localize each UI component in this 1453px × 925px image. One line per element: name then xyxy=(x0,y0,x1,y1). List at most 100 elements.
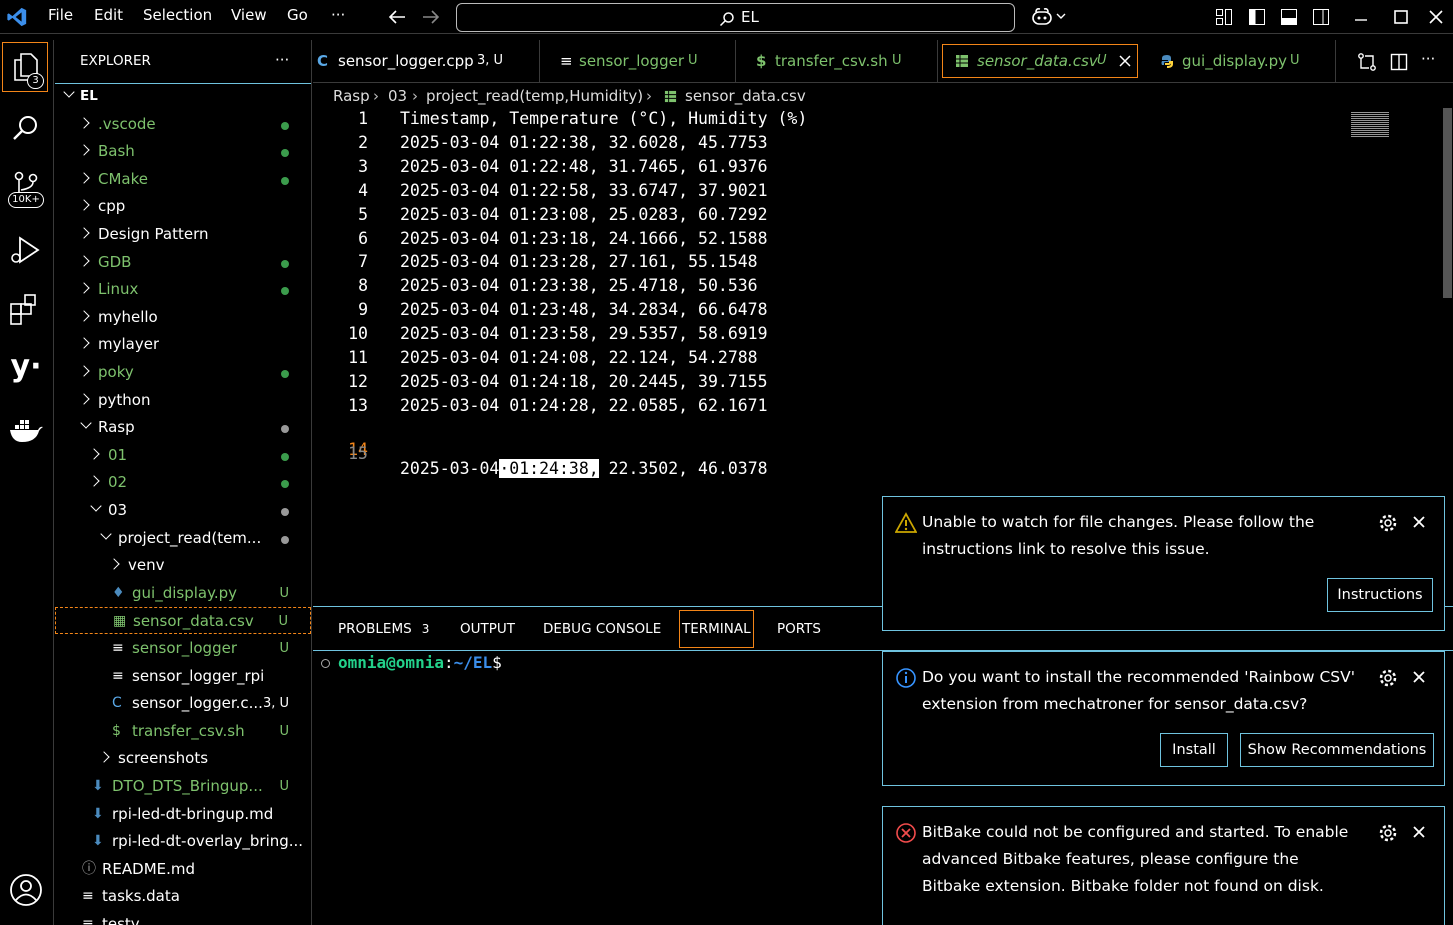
git-status-badge: U xyxy=(279,641,289,656)
tree-item[interactable]: CMake xyxy=(55,166,311,193)
close-icon[interactable] xyxy=(1410,513,1428,531)
tree-item[interactable]: myhello xyxy=(55,304,311,331)
tree-item[interactable]: ⬇ rpi-led-dt-overlay_bring... xyxy=(55,828,311,855)
breadcrumb-item[interactable]: project_read(temp,Humidity) xyxy=(426,87,643,105)
tree-item[interactable]: GDB xyxy=(55,249,311,276)
run-debug-icon[interactable] xyxy=(8,232,44,268)
gear-icon[interactable] xyxy=(1378,668,1398,688)
tree-item[interactable]: project_read(tem... xyxy=(55,525,311,552)
terminal-prompt[interactable]: omnia@omnia:~/EL$ xyxy=(321,653,502,672)
show-recommendations-button[interactable]: Show Recommendations xyxy=(1240,733,1434,767)
tree-item[interactable]: ⬇ DTO_DTS_Bringup... U xyxy=(55,773,311,800)
tree-item[interactable]: cpp xyxy=(55,193,311,220)
panel-tab-terminal[interactable]: TERMINAL xyxy=(679,610,754,648)
line-number: 11 xyxy=(348,348,368,367)
yaml-extension-icon[interactable]: y· xyxy=(8,350,44,386)
code-text: 2025-03-04 01:22:38, 32.6028, 45.7753 xyxy=(400,132,768,152)
panel-tab-ports[interactable]: PORTS xyxy=(777,621,821,637)
toggle-primary-sidebar-icon[interactable] xyxy=(1248,8,1266,26)
tree-item[interactable]: mylayer xyxy=(55,331,311,358)
back-arrow-icon[interactable] xyxy=(387,8,407,26)
docker-icon[interactable] xyxy=(8,412,44,448)
tree-item[interactable]: venv xyxy=(55,552,311,579)
code-line-8: 8 2025-03-04 01:23:38, 25.4718, 50.536 xyxy=(313,276,1413,300)
tree-item-label: rpi-led-dt-overlay_bring... xyxy=(112,832,304,851)
maximize-icon[interactable] xyxy=(1392,8,1410,26)
tree-item[interactable]: 03 xyxy=(55,497,311,524)
activity-explorer[interactable]: 3 xyxy=(2,42,48,92)
breadcrumb-item[interactable]: Rasp xyxy=(333,87,370,105)
menu-go[interactable]: Go xyxy=(287,6,308,24)
account-icon[interactable] xyxy=(8,872,44,908)
tree-item[interactable]: screenshots xyxy=(55,745,311,772)
copilot-icon[interactable] xyxy=(1030,6,1054,28)
tab-sensor-logger[interactable]: ≡ sensor_logger U xyxy=(540,40,736,82)
tree-item[interactable]: Design Pattern xyxy=(55,221,311,248)
tree-item[interactable]: ≡ sensor_logger_rpi xyxy=(55,663,311,690)
tree-item[interactable]: ≡ sensor_logger U xyxy=(55,635,311,662)
extensions-icon[interactable] xyxy=(8,292,44,328)
toggle-secondary-sidebar-icon[interactable] xyxy=(1312,8,1330,26)
tab-sensor-logger-cpp[interactable]: C sensor_logger.cpp 3, U xyxy=(313,40,540,82)
search-view-icon[interactable] xyxy=(8,110,44,146)
close-window-icon[interactable] xyxy=(1427,8,1445,26)
tree-item-label: .vscode xyxy=(98,114,156,133)
status-dot xyxy=(281,287,289,296)
gear-icon[interactable] xyxy=(1378,823,1398,843)
close-icon[interactable] xyxy=(1410,823,1428,841)
gear-icon[interactable] xyxy=(1378,513,1398,533)
forward-arrow-icon[interactable] xyxy=(421,8,441,26)
chevron-down-icon[interactable] xyxy=(1056,12,1066,20)
tab-gui-display-py[interactable]: gui_display.py U xyxy=(1142,40,1336,82)
compare-changes-icon[interactable] xyxy=(1357,53,1377,71)
minimize-icon[interactable] xyxy=(1352,8,1370,26)
instructions-button[interactable]: Instructions xyxy=(1327,578,1433,612)
explorer-title: EXPLORER xyxy=(80,53,151,69)
code-line-12: 12 2025-03-04 01:24:18, 20.2445, 39.7155 xyxy=(313,372,1413,396)
tree-item[interactable]: 01 xyxy=(55,442,311,469)
customize-layout-icon[interactable] xyxy=(1215,8,1233,26)
tree-item[interactable]: ⬇ rpi-led-dt-bringup.md xyxy=(55,801,311,828)
tree-item[interactable]: ≡ testy xyxy=(55,911,311,925)
status-dot xyxy=(281,149,289,158)
panel-tab-output[interactable]: OUTPUT xyxy=(460,621,515,637)
panel-tab-debug-console[interactable]: DEBUG CONSOLE xyxy=(543,621,661,637)
tree-item[interactable]: poky xyxy=(55,359,311,386)
tree-item[interactable]: ⓘ README.md xyxy=(55,856,311,883)
close-icon[interactable] xyxy=(1410,668,1428,686)
vertical-scrollbar[interactable] xyxy=(1443,108,1452,298)
tree-item[interactable]: .vscode xyxy=(55,111,311,138)
tree-item[interactable]: 02 xyxy=(55,469,311,496)
menu-selection[interactable]: Selection xyxy=(143,6,212,24)
breadcrumb-item[interactable]: sensor_data.csv xyxy=(685,87,806,105)
toggle-panel-icon[interactable] xyxy=(1280,8,1298,26)
tabs-more-icon[interactable]: ··· xyxy=(1421,50,1435,68)
tab-label: transfer_csv.sh xyxy=(775,52,888,70)
command-center-search[interactable]: EL xyxy=(456,3,1015,32)
code-line-14: 14 2025-03-04·01:24:38, 22.3502, 46.0378 xyxy=(313,421,1413,478)
tree-item[interactable]: ♦ gui_display.py U xyxy=(55,580,311,607)
tree-item[interactable]: $ transfer_csv.sh U xyxy=(55,718,311,745)
tree-item[interactable]: Csensor_logger.c... 3, U xyxy=(55,690,311,717)
menu-more[interactable]: ··· xyxy=(331,6,345,24)
tree-item[interactable]: python xyxy=(55,387,311,414)
menu-file[interactable]: File xyxy=(48,6,73,24)
tab-sensor-data-csv[interactable]: sensor_data.csv U xyxy=(942,44,1138,78)
tab-transfer-csv[interactable]: $ transfer_csv.sh U xyxy=(736,40,938,82)
tree-root[interactable]: EL xyxy=(55,83,311,110)
install-button[interactable]: Install xyxy=(1160,733,1228,767)
tree-item[interactable]: Linux xyxy=(55,276,311,303)
split-editor-icon[interactable] xyxy=(1390,53,1408,71)
menu-edit[interactable]: Edit xyxy=(94,6,123,24)
chevron-down-icon xyxy=(90,500,102,512)
breadcrumb-item[interactable]: 03 xyxy=(388,87,407,105)
explorer-more-button[interactable]: ··· xyxy=(275,51,289,69)
close-tab-icon[interactable] xyxy=(1119,55,1131,67)
tree-item[interactable]: Rasp xyxy=(55,414,311,441)
tree-item[interactable]: ▦ sensor_data.csv U xyxy=(55,607,311,635)
menu-view[interactable]: View xyxy=(231,6,267,24)
breadcrumb-separator-icon: › xyxy=(412,87,418,105)
panel-tab-problems[interactable]: PROBLEMS 3 xyxy=(338,621,429,637)
tree-item[interactable]: Bash xyxy=(55,138,311,165)
tree-item[interactable]: ≡ tasks.data xyxy=(55,883,311,910)
